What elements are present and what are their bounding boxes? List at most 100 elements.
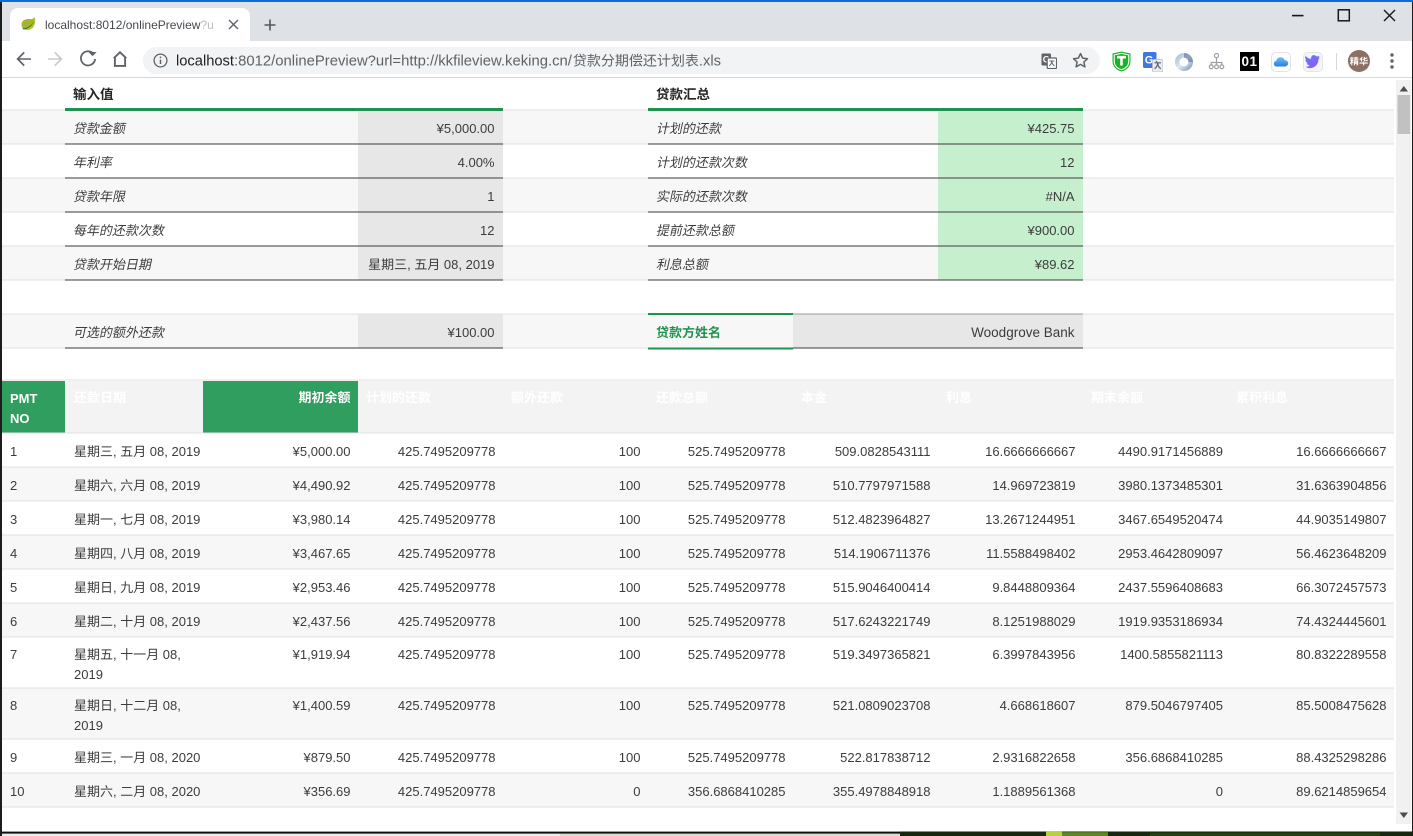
svg-text:56.4623648209: 56.4623648209 bbox=[1296, 546, 1386, 561]
svg-text:425.7495209778: 425.7495209778 bbox=[398, 546, 496, 561]
svg-text:2953.4642809097: 2953.4642809097 bbox=[1118, 546, 1223, 561]
svg-text:6: 6 bbox=[10, 614, 17, 629]
svg-text:0: 0 bbox=[633, 784, 640, 799]
svg-text:80.8322289558: 80.8322289558 bbox=[1296, 647, 1386, 662]
svg-text:4490.9171456889: 4490.9171456889 bbox=[1118, 444, 1223, 459]
svg-text:0: 0 bbox=[1216, 784, 1223, 799]
svg-text:425.7495209778: 425.7495209778 bbox=[398, 647, 496, 662]
svg-text:¥89.62: ¥89.62 bbox=[1034, 257, 1075, 272]
svg-text:PMT: PMT bbox=[10, 391, 38, 406]
svg-text:,: , bbox=[407, 257, 414, 272]
svg-text:2: 2 bbox=[10, 478, 17, 493]
svg-text:100: 100 bbox=[619, 750, 641, 765]
svg-text:100: 100 bbox=[619, 444, 641, 459]
svg-text:522.817838712: 522.817838712 bbox=[840, 750, 930, 765]
svg-text:525.7495209778: 525.7495209778 bbox=[688, 546, 786, 561]
svg-text:525.7495209778: 525.7495209778 bbox=[688, 512, 786, 527]
svg-text:3467.6549520474: 3467.6549520474 bbox=[1118, 512, 1223, 527]
svg-text:.xls: .xls bbox=[699, 54, 721, 70]
svg-text:510.7797971588: 510.7797971588 bbox=[833, 478, 931, 493]
svg-text:,: , bbox=[113, 478, 120, 493]
svg-text:515.9046400414: 515.9046400414 bbox=[833, 580, 931, 595]
svg-text:¥3,467.65: ¥3,467.65 bbox=[292, 546, 351, 561]
svg-text:¥5,000.00: ¥5,000.00 bbox=[292, 444, 351, 459]
svg-text:¥356.69: ¥356.69 bbox=[303, 784, 351, 799]
svg-text:¥900.00: ¥900.00 bbox=[1027, 223, 1075, 238]
svg-text:10: 10 bbox=[10, 784, 24, 799]
svg-text:519.3497365821: 519.3497365821 bbox=[833, 647, 931, 662]
svg-text:08, 2019: 08, 2019 bbox=[146, 444, 200, 459]
svg-text:14.969723819: 14.969723819 bbox=[992, 478, 1075, 493]
svg-text:4.00%: 4.00% bbox=[458, 155, 495, 170]
svg-text:NO: NO bbox=[10, 411, 30, 426]
svg-text:100: 100 bbox=[619, 546, 641, 561]
svg-text:#N/A: #N/A bbox=[1046, 189, 1075, 204]
svg-text:517.6243221749: 517.6243221749 bbox=[833, 614, 931, 629]
svg-text:356.6868410285: 356.6868410285 bbox=[1125, 750, 1223, 765]
svg-text:7: 7 bbox=[10, 647, 17, 662]
svg-text:3980.1373485301: 3980.1373485301 bbox=[1118, 478, 1223, 493]
svg-text:74.4324445601: 74.4324445601 bbox=[1296, 614, 1386, 629]
svg-text:08, 2019: 08, 2019 bbox=[146, 478, 200, 493]
svg-text:100: 100 bbox=[619, 478, 641, 493]
svg-text:¥425.75: ¥425.75 bbox=[1027, 121, 1075, 136]
svg-text:425.7495209778: 425.7495209778 bbox=[398, 580, 496, 595]
svg-text:525.7495209778: 525.7495209778 bbox=[688, 614, 786, 629]
svg-text:1: 1 bbox=[487, 189, 494, 204]
svg-text:¥1,400.59: ¥1,400.59 bbox=[292, 698, 351, 713]
svg-text:¥100.00: ¥100.00 bbox=[447, 325, 495, 340]
svg-text:G: G bbox=[1145, 55, 1154, 67]
svg-text:879.5046797405: 879.5046797405 bbox=[1125, 698, 1223, 713]
svg-text:¥3,980.14: ¥3,980.14 bbox=[292, 512, 351, 527]
svg-text:,: , bbox=[113, 546, 120, 561]
svg-text:2019: 2019 bbox=[74, 718, 103, 733]
svg-text:¥2,953.46: ¥2,953.46 bbox=[292, 580, 351, 595]
svg-text:,: , bbox=[113, 750, 120, 765]
svg-text:¥5,000.00: ¥5,000.00 bbox=[436, 121, 495, 136]
svg-text:13.2671244951: 13.2671244951 bbox=[985, 512, 1075, 527]
svg-text:11.5588498402: 11.5588498402 bbox=[986, 546, 1075, 561]
svg-text:525.7495209778: 525.7495209778 bbox=[688, 750, 786, 765]
svg-text:4.668618607: 4.668618607 bbox=[1000, 698, 1076, 713]
svg-text:12: 12 bbox=[1060, 155, 1074, 170]
svg-text:5: 5 bbox=[10, 580, 17, 595]
svg-text:9: 9 bbox=[10, 750, 17, 765]
svg-text:¥1,919.94: ¥1,919.94 bbox=[292, 647, 351, 662]
svg-text:100: 100 bbox=[619, 512, 641, 527]
svg-text:355.4978848918: 355.4978848918 bbox=[833, 784, 931, 799]
svg-text:525.7495209778: 525.7495209778 bbox=[688, 698, 786, 713]
svg-text:16.6666666667: 16.6666666667 bbox=[985, 444, 1075, 459]
svg-text:¥879.50: ¥879.50 bbox=[303, 750, 351, 765]
svg-text:525.7495209778: 525.7495209778 bbox=[688, 444, 786, 459]
svg-text:4: 4 bbox=[10, 546, 17, 561]
svg-text:1.1889561368: 1.1889561368 bbox=[992, 784, 1075, 799]
svg-text:,: , bbox=[113, 580, 120, 595]
svg-text:08, 2019: 08, 2019 bbox=[440, 257, 494, 272]
svg-text:509.0828543111: 509.0828543111 bbox=[835, 444, 931, 459]
svg-text:¥2,437.56: ¥2,437.56 bbox=[292, 614, 351, 629]
svg-text:1400.5855821113: 1400.5855821113 bbox=[1120, 647, 1223, 662]
svg-text:425.7495209778: 425.7495209778 bbox=[398, 614, 496, 629]
svg-text:9.8448809364: 9.8448809364 bbox=[992, 580, 1075, 595]
svg-text:08,: 08, bbox=[159, 698, 181, 713]
svg-text:100: 100 bbox=[619, 647, 641, 662]
svg-text:8.1251988029: 8.1251988029 bbox=[992, 614, 1075, 629]
svg-text:31.6363904856: 31.6363904856 bbox=[1296, 478, 1386, 493]
svg-text:425.7495209778: 425.7495209778 bbox=[398, 478, 496, 493]
svg-text:1: 1 bbox=[10, 444, 17, 459]
svg-text:1919.9353186934: 1919.9353186934 bbox=[1118, 614, 1223, 629]
svg-text:514.1906711376: 514.1906711376 bbox=[834, 546, 931, 561]
svg-text:16.6666666667: 16.6666666667 bbox=[1296, 444, 1386, 459]
svg-text:,: , bbox=[113, 614, 120, 629]
svg-text:525.7495209778: 525.7495209778 bbox=[688, 580, 786, 595]
svg-text::8012/onlinePreview?url=http:/: :8012/onlinePreview?url=http://kkfilevie… bbox=[234, 54, 573, 70]
svg-text:08, 2019: 08, 2019 bbox=[146, 580, 200, 595]
svg-text:8: 8 bbox=[10, 698, 17, 713]
svg-text:¥4,490.92: ¥4,490.92 bbox=[292, 478, 351, 493]
svg-text:2019: 2019 bbox=[74, 667, 103, 682]
svg-text:100: 100 bbox=[619, 580, 641, 595]
svg-text:Woodgrove Bank: Woodgrove Bank bbox=[971, 325, 1075, 340]
svg-text:,: , bbox=[113, 647, 120, 662]
svg-text:,: , bbox=[113, 698, 120, 713]
svg-text:88.4325298286: 88.4325298286 bbox=[1296, 750, 1386, 765]
